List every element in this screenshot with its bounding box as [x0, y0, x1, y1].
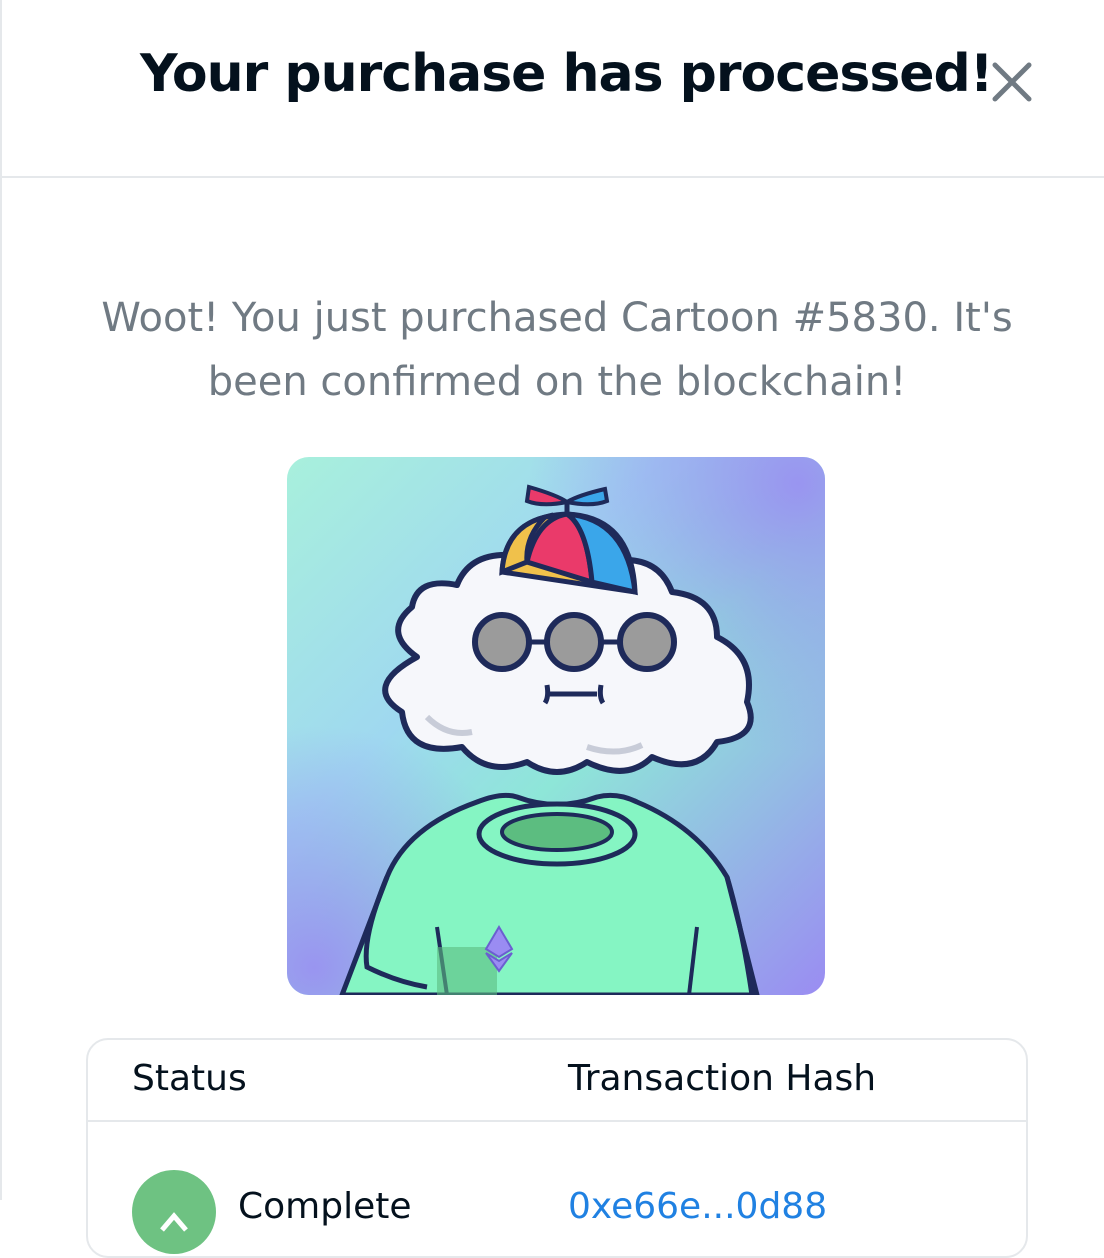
modal-title: Your purchase has processed! [140, 44, 993, 104]
cartoon-cloud-avatar [287, 457, 825, 995]
transaction-table-header: Status Transaction Hash [88, 1040, 1026, 1122]
purchase-message-line-1: Woot! You just purchased Cartoon #5830. … [101, 295, 1013, 341]
complete-status-icon [132, 1170, 216, 1254]
transaction-hash-link[interactable]: 0xe66e...0d88 [568, 1186, 827, 1227]
table-row: Complete 0xe66e...0d88 [88, 1124, 1026, 1254]
column-header-transaction-hash: Transaction Hash [568, 1058, 877, 1099]
close-icon [992, 62, 1032, 102]
close-button[interactable] [986, 56, 1038, 108]
nft-image [287, 457, 825, 995]
purchase-message: Woot! You just purchased Cartoon #5830. … [42, 286, 1072, 414]
purchase-message-line-2: been confirmed on the blockchain! [207, 359, 907, 405]
purchase-modal: Your purchase has processed! Woot! You j… [0, 0, 1104, 1258]
column-header-status: Status [132, 1058, 247, 1099]
status-text: Complete [238, 1186, 412, 1227]
modal-header: Your purchase has processed! [2, 0, 1104, 178]
transaction-table: Status Transaction Hash Complete 0xe66e.… [86, 1038, 1028, 1258]
